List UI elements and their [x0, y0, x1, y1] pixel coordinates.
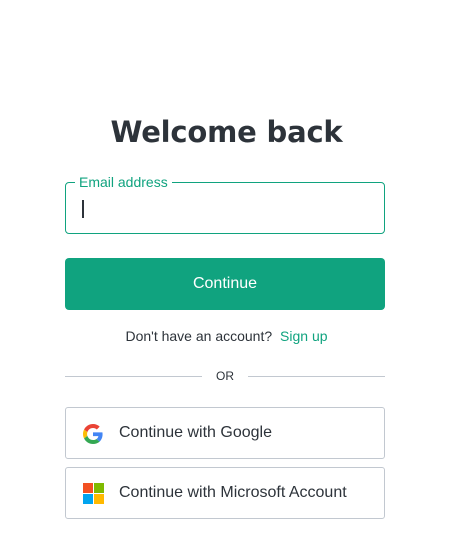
- signup-link[interactable]: Sign up: [280, 328, 327, 344]
- continue-with-google-button[interactable]: Continue with Google: [65, 407, 385, 459]
- signup-prompt-row: Don't have an account? Sign up: [0, 326, 453, 346]
- continue-button[interactable]: Continue: [65, 258, 385, 310]
- text-caret: [82, 200, 84, 218]
- ms-logo-yellow-square: [94, 494, 104, 504]
- ms-logo-red-square: [83, 483, 93, 493]
- ms-logo-blue-square: [83, 494, 93, 504]
- google-logo-icon: [83, 424, 103, 444]
- microsoft-logo-icon: [83, 483, 104, 504]
- or-divider: OR: [65, 366, 385, 386]
- signup-prompt-text: Don't have an account?: [125, 328, 273, 344]
- page-title: Welcome back: [110, 115, 343, 149]
- ms-logo-green-square: [94, 483, 104, 493]
- email-field[interactable]: Email address: [65, 172, 385, 234]
- divider-line-right: [248, 376, 385, 377]
- microsoft-button-label: Continue with Microsoft Account: [119, 484, 347, 501]
- continue-with-microsoft-button[interactable]: Continue with Microsoft Account: [65, 467, 385, 519]
- email-input[interactable]: [66, 183, 384, 233]
- google-button-label: Continue with Google: [119, 424, 272, 441]
